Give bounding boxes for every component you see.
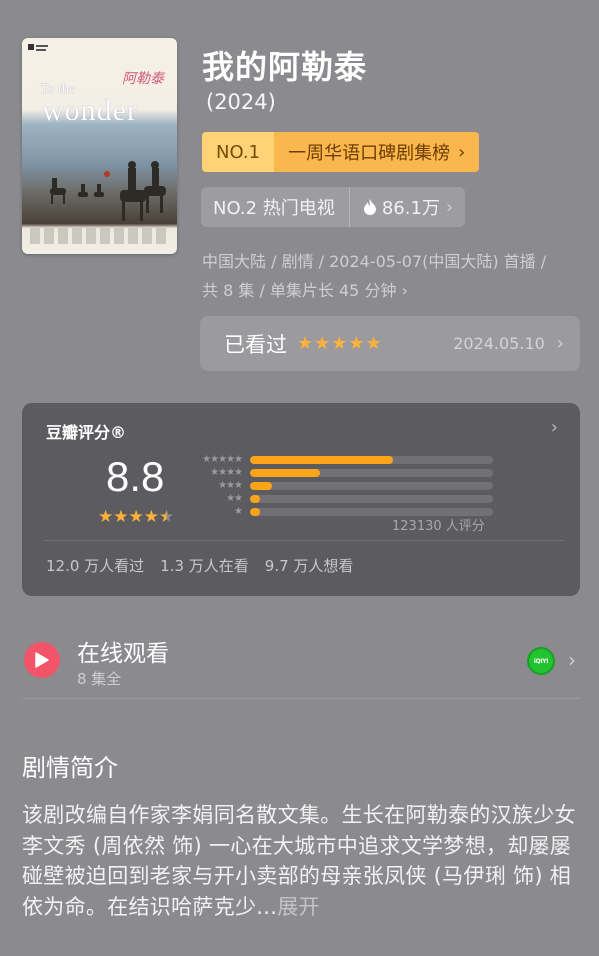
stat-want: 9.7 万人想看 [264,557,354,575]
rating-score: 8.8 [106,453,165,500]
platform-name: iQIYI [533,657,549,665]
rating-half-star: ★ [158,507,175,527]
section-divider [22,698,580,699]
rating-header: 豆瓣评分® [46,423,127,442]
rating-row-stars: ★★★★ [210,467,243,478]
my-rating-stars: ★★★★★ [297,333,383,354]
chevron-right-icon: › [556,333,564,354]
iqiyi-logo-icon[interactable]: iQIYI [527,647,555,675]
rating-bar-track [250,468,493,477]
rating-row: ★★★★★ [192,453,493,466]
rank2-label: NO.2 热门电视 [213,198,335,219]
meta-line2-wrap: 共 8 集 / 单集片长 45 分钟 › [202,276,577,305]
rating-bar-track [250,494,493,503]
watched-date: 2024.05.10 [453,334,545,353]
play-icon[interactable] [24,642,60,678]
rating-row-stars: ★★ [226,493,243,504]
poster-riders-illustration [50,161,166,221]
hot-tv-rank-badge[interactable]: NO.2 热门电视 86.1万 › [201,187,466,227]
rating-bar-fill [250,468,321,477]
rating-row-stars: ★★★★★ [202,454,243,465]
rating-bar-fill [250,507,260,516]
expand-link[interactable]: 展开 [277,895,320,919]
rating-bar-fill [250,494,260,503]
show-year: (2024) [206,90,276,114]
chevron-right-icon: › [401,281,408,300]
online-watch-subtitle: 8 集全 [77,670,122,688]
douban-rating-card[interactable]: 豆瓣评分® › 8.8 ★★★★★ ★★★★★ ★★★★ ★★★ ★★ ★ 123130… [22,403,580,596]
rating-row-stars: ★★★ [218,480,243,491]
flame-icon [363,199,376,215]
chevron-right-icon: › [445,196,454,218]
rating-stats: 12.0 万人看过 1.3 万人在看 9.7 万人想看 [46,555,353,576]
heat-value: 86.1万 [381,198,440,219]
rating-row: ★★★★ [192,466,493,479]
rating-row: ★★★ [192,479,493,492]
rating-bar-track [250,481,493,490]
meta-line1: 中国大陆 / 剧情 / 2024-05-07(中国大陆) 首播 / [202,252,547,271]
synopsis-title: 剧情简介 [22,754,118,782]
rating-row-stars: ★ [234,506,243,517]
poster-image[interactable]: 阿勒泰 To the wonder [22,38,177,254]
chevron-right-icon: › [458,141,466,163]
poster-script-title: 阿勒泰 [122,72,164,87]
synopsis-text[interactable]: 该剧改编自作家李娟同名散文集。生长在阿勒泰的汉族少女李文秀 (周依然 饰) 一心… [22,800,582,922]
rank1-number: NO.1 [202,132,275,172]
online-watch-title: 在线观看 [77,641,169,667]
poster-credits [30,228,169,244]
rating-stars: ★★★★★ [98,507,174,527]
weekly-rank-badge[interactable]: NO.1 一周华语口碑剧集榜 › [202,132,480,172]
chevron-right-icon: › [568,648,576,672]
heat-value-wrap: 86.1万 › [350,187,465,227]
rating-divider [44,540,564,541]
meta-line2: 共 8 集 / 单集片长 45 分钟 [202,281,397,300]
watched-status-bar[interactable]: 已看过 ★★★★★ 2024.05.10 › [200,316,580,371]
stat-watched: 12.0 万人看过 [46,557,145,575]
rank1-label-wrap: 一周华语口碑剧集榜 › [274,132,480,172]
watched-label: 已看过 [224,332,287,357]
show-meta[interactable]: 中国大陆 / 剧情 / 2024-05-07(中国大陆) 首播 / 共 8 集 … [202,247,577,305]
online-watch-row[interactable]: 在线观看 8 集全 iQIYI › [22,626,584,696]
rating-bar-fill [250,455,394,464]
rating-count: 123130 人评分 [392,519,485,534]
rating-full-stars: ★★★★ [98,507,159,527]
studio-logo [28,44,48,51]
show-title: 我的阿勒泰 [202,48,368,86]
chevron-right-icon: › [550,417,558,438]
rating-row: ★★ [192,492,493,505]
rating-bar-track [250,455,493,464]
stat-watching: 1.3 万人在看 [160,557,249,575]
rating-bar-fill [250,481,272,490]
rank1-label: 一周华语口碑剧集榜 [288,143,451,164]
rating-distribution: ★★★★★ ★★★★ ★★★ ★★ ★ [192,453,493,518]
poster-title-line2: wonder [42,94,138,127]
